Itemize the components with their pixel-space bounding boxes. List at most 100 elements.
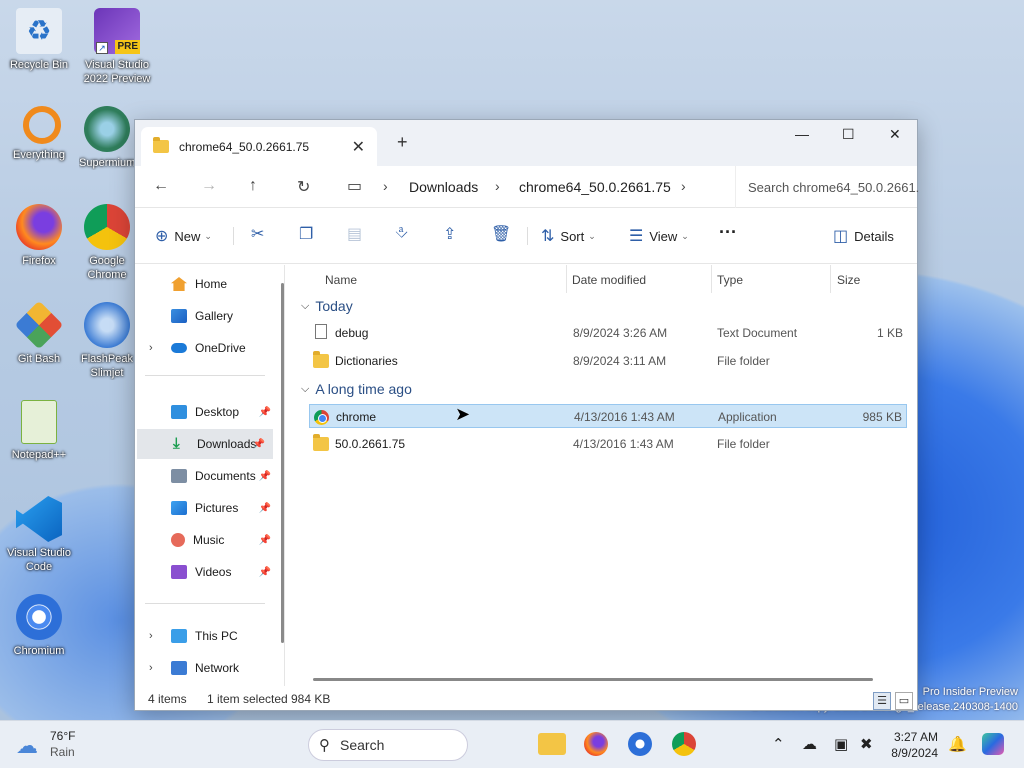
recycle-bin-icon: ♻ [16, 8, 62, 54]
table-row[interactable]: Dictionaries 8/9/2024 3:11 AM File folde… [309, 349, 907, 373]
nav-item-music[interactable]: Music 📌 [135, 525, 279, 555]
group-header-long-time-ago[interactable]: ⌵ A long time ago [301, 381, 412, 397]
volume-muted-icon[interactable]: ✖ [860, 735, 873, 753]
nav-item-downloads[interactable]: ⤓ Downloads 📌 [137, 429, 273, 459]
refresh-icon[interactable]: ↻ [297, 177, 310, 197]
column-header-size[interactable]: Size [837, 273, 860, 287]
maximize-button[interactable]: ☐ [842, 126, 855, 143]
horizontal-scrollbar[interactable] [313, 678, 873, 681]
chevron-right-icon[interactable]: › [149, 630, 153, 642]
copilot-icon[interactable] [982, 733, 1004, 755]
text-document-icon [315, 324, 327, 339]
column-header-date-modified[interactable]: Date modified [572, 273, 646, 287]
more-options-button[interactable]: ··· [719, 222, 737, 243]
share-icon[interactable]: ⇪ [443, 224, 456, 244]
weather-rain-icon[interactable]: ☁ [16, 732, 38, 760]
tab-current-folder[interactable]: chrome64_50.0.2661.75 ✕ [141, 127, 377, 166]
rename-icon[interactable]: ⎀ [395, 224, 408, 242]
clock[interactable]: 3:27 AM 8/9/2024 [880, 729, 938, 761]
desktop-icon-chromium[interactable]: Chromium [1, 594, 77, 658]
table-row-selected[interactable]: chrome 4/13/2016 1:43 AM Application 985… [309, 404, 907, 428]
back-arrow-icon[interactable]: ← [153, 177, 169, 195]
tab-title: chrome64_50.0.2661.75 [179, 139, 310, 154]
desktop-icon-everything[interactable]: Everything [1, 106, 77, 162]
chromium-icon [16, 594, 62, 640]
desktop-icon-vscode[interactable]: Visual Studio Code [1, 496, 77, 574]
sidebar-scrollbar[interactable] [281, 283, 284, 643]
table-row[interactable]: debug 8/9/2024 3:26 AM Text Document 1 K… [309, 321, 907, 345]
sort-button[interactable]: ⇅ Sort ⌄ [541, 226, 596, 246]
breadcrumb-downloads[interactable]: Downloads [409, 179, 478, 195]
weather-condition[interactable]: Rain [50, 745, 75, 759]
copy-icon[interactable]: ❐ [299, 224, 313, 244]
group-header-today[interactable]: ⌵ Today [301, 298, 353, 314]
nav-item-desktop[interactable]: Desktop 📌 [135, 397, 279, 427]
pin-icon[interactable]: 📌 [259, 567, 271, 578]
details-pane-button[interactable]: ◫ Details [833, 226, 894, 246]
file-explorer-taskbar-icon[interactable] [538, 733, 566, 755]
desktop-icon-supermium[interactable]: Supermium [79, 106, 135, 170]
chevron-right-icon[interactable]: › [149, 342, 153, 354]
breadcrumb-chevron-icon[interactable]: › [495, 178, 500, 194]
column-header-type[interactable]: Type [717, 273, 743, 287]
clock-date: 8/9/2024 [891, 746, 938, 760]
file-name: Dictionaries [335, 354, 398, 368]
cut-icon[interactable]: ✂ [251, 224, 264, 244]
minimize-button[interactable]: — [795, 126, 809, 142]
this-pc-monitor-icon[interactable]: ▭ [347, 176, 362, 196]
breadcrumb-current-folder[interactable]: chrome64_50.0.2661.75 [519, 179, 671, 195]
new-button[interactable]: ⊕ New ⌄ [155, 226, 212, 246]
desktop-icon-label: Supermium [79, 157, 135, 169]
desktop-icon-slimjet[interactable]: FlashPeak Slimjet [79, 302, 135, 380]
chrome-taskbar-icon[interactable] [672, 732, 696, 756]
notification-bell-icon[interactable]: 🔔 [948, 735, 967, 753]
pin-icon[interactable]: 📌 [259, 407, 271, 418]
breadcrumb-chevron-icon[interactable]: › [681, 178, 686, 194]
close-window-button[interactable]: ✕ [889, 126, 901, 143]
nav-item-network[interactable]: › Network [135, 653, 279, 683]
up-arrow-icon[interactable]: ↑ [249, 177, 257, 195]
desktop-icon-notepad-plus-plus[interactable]: Notepad++ [1, 400, 77, 462]
desktop-icon-visual-studio[interactable]: ↗ PRE Visual Studio 2022 Preview [79, 8, 155, 86]
nav-item-onedrive[interactable]: › OneDrive [135, 333, 279, 363]
nav-item-documents[interactable]: Documents 📌 [135, 461, 279, 491]
pin-icon[interactable]: 📌 [259, 471, 271, 482]
search-input[interactable]: Search chrome64_50.0.2661.75 [735, 166, 919, 208]
paste-icon[interactable]: ▤ [347, 224, 362, 244]
pin-icon[interactable]: 📌 [259, 535, 271, 546]
taskbar-search-box[interactable]: ⚲ Search [308, 729, 468, 761]
desktop-icon-recycle-bin[interactable]: ♻ Recycle Bin [1, 8, 77, 72]
desktop-icon-label: Visual Studio Code [6, 547, 71, 573]
watermark-edition: Pro Insider Preview [922, 686, 1018, 698]
cloud-offline-icon[interactable]: ☁ [802, 735, 817, 753]
desktop-icon-google-chrome[interactable]: Google Chrome [79, 204, 135, 282]
delete-icon[interactable]: 🗑 [491, 224, 511, 244]
table-row[interactable]: 50.0.2661.75 4/13/2016 1:43 AM File fold… [309, 432, 907, 456]
details-view-icon[interactable]: ☰ [873, 692, 891, 710]
desktop-icon-firefox[interactable]: Firefox [1, 204, 77, 268]
view-button[interactable]: ☰ View ⌄ [629, 226, 689, 246]
start-windows-icon[interactable] [272, 733, 296, 757]
pin-icon[interactable]: 📌 [259, 503, 271, 514]
tab-close-icon[interactable]: ✕ [352, 137, 365, 157]
nav-item-pictures[interactable]: Pictures 📌 [135, 493, 279, 523]
nav-item-home[interactable]: Home [135, 269, 279, 299]
nav-item-videos[interactable]: Videos 📌 [135, 557, 279, 587]
pin-icon[interactable]: 📌 [253, 439, 265, 450]
command-bar: ⊕ New ⌄ ✂ ❐ ▤ ⎀ ⇪ 🗑 ⇅ Sort ⌄ ☰ View ⌄ ··… [135, 208, 917, 264]
firefox-taskbar-icon[interactable] [584, 732, 608, 756]
chevron-up-icon[interactable]: ⌃ [772, 735, 785, 753]
forward-arrow-icon[interactable]: → [201, 177, 217, 195]
new-tab-button[interactable]: + [397, 132, 408, 153]
separator [711, 265, 712, 293]
desktop-icon-git-bash[interactable]: Git Bash [1, 300, 77, 366]
nav-item-gallery[interactable]: Gallery [135, 301, 279, 331]
network-icon[interactable]: ▣ [834, 735, 848, 753]
breadcrumb-chevron-icon[interactable]: › [383, 178, 388, 194]
nav-item-this-pc[interactable]: › This PC [135, 621, 279, 651]
chevron-right-icon[interactable]: › [149, 662, 153, 674]
weather-temperature[interactable]: 76°F [50, 729, 75, 743]
column-header-name[interactable]: Name [325, 273, 357, 287]
chromium-taskbar-icon[interactable] [628, 732, 652, 756]
tiles-view-icon[interactable]: ▭ [895, 692, 913, 710]
